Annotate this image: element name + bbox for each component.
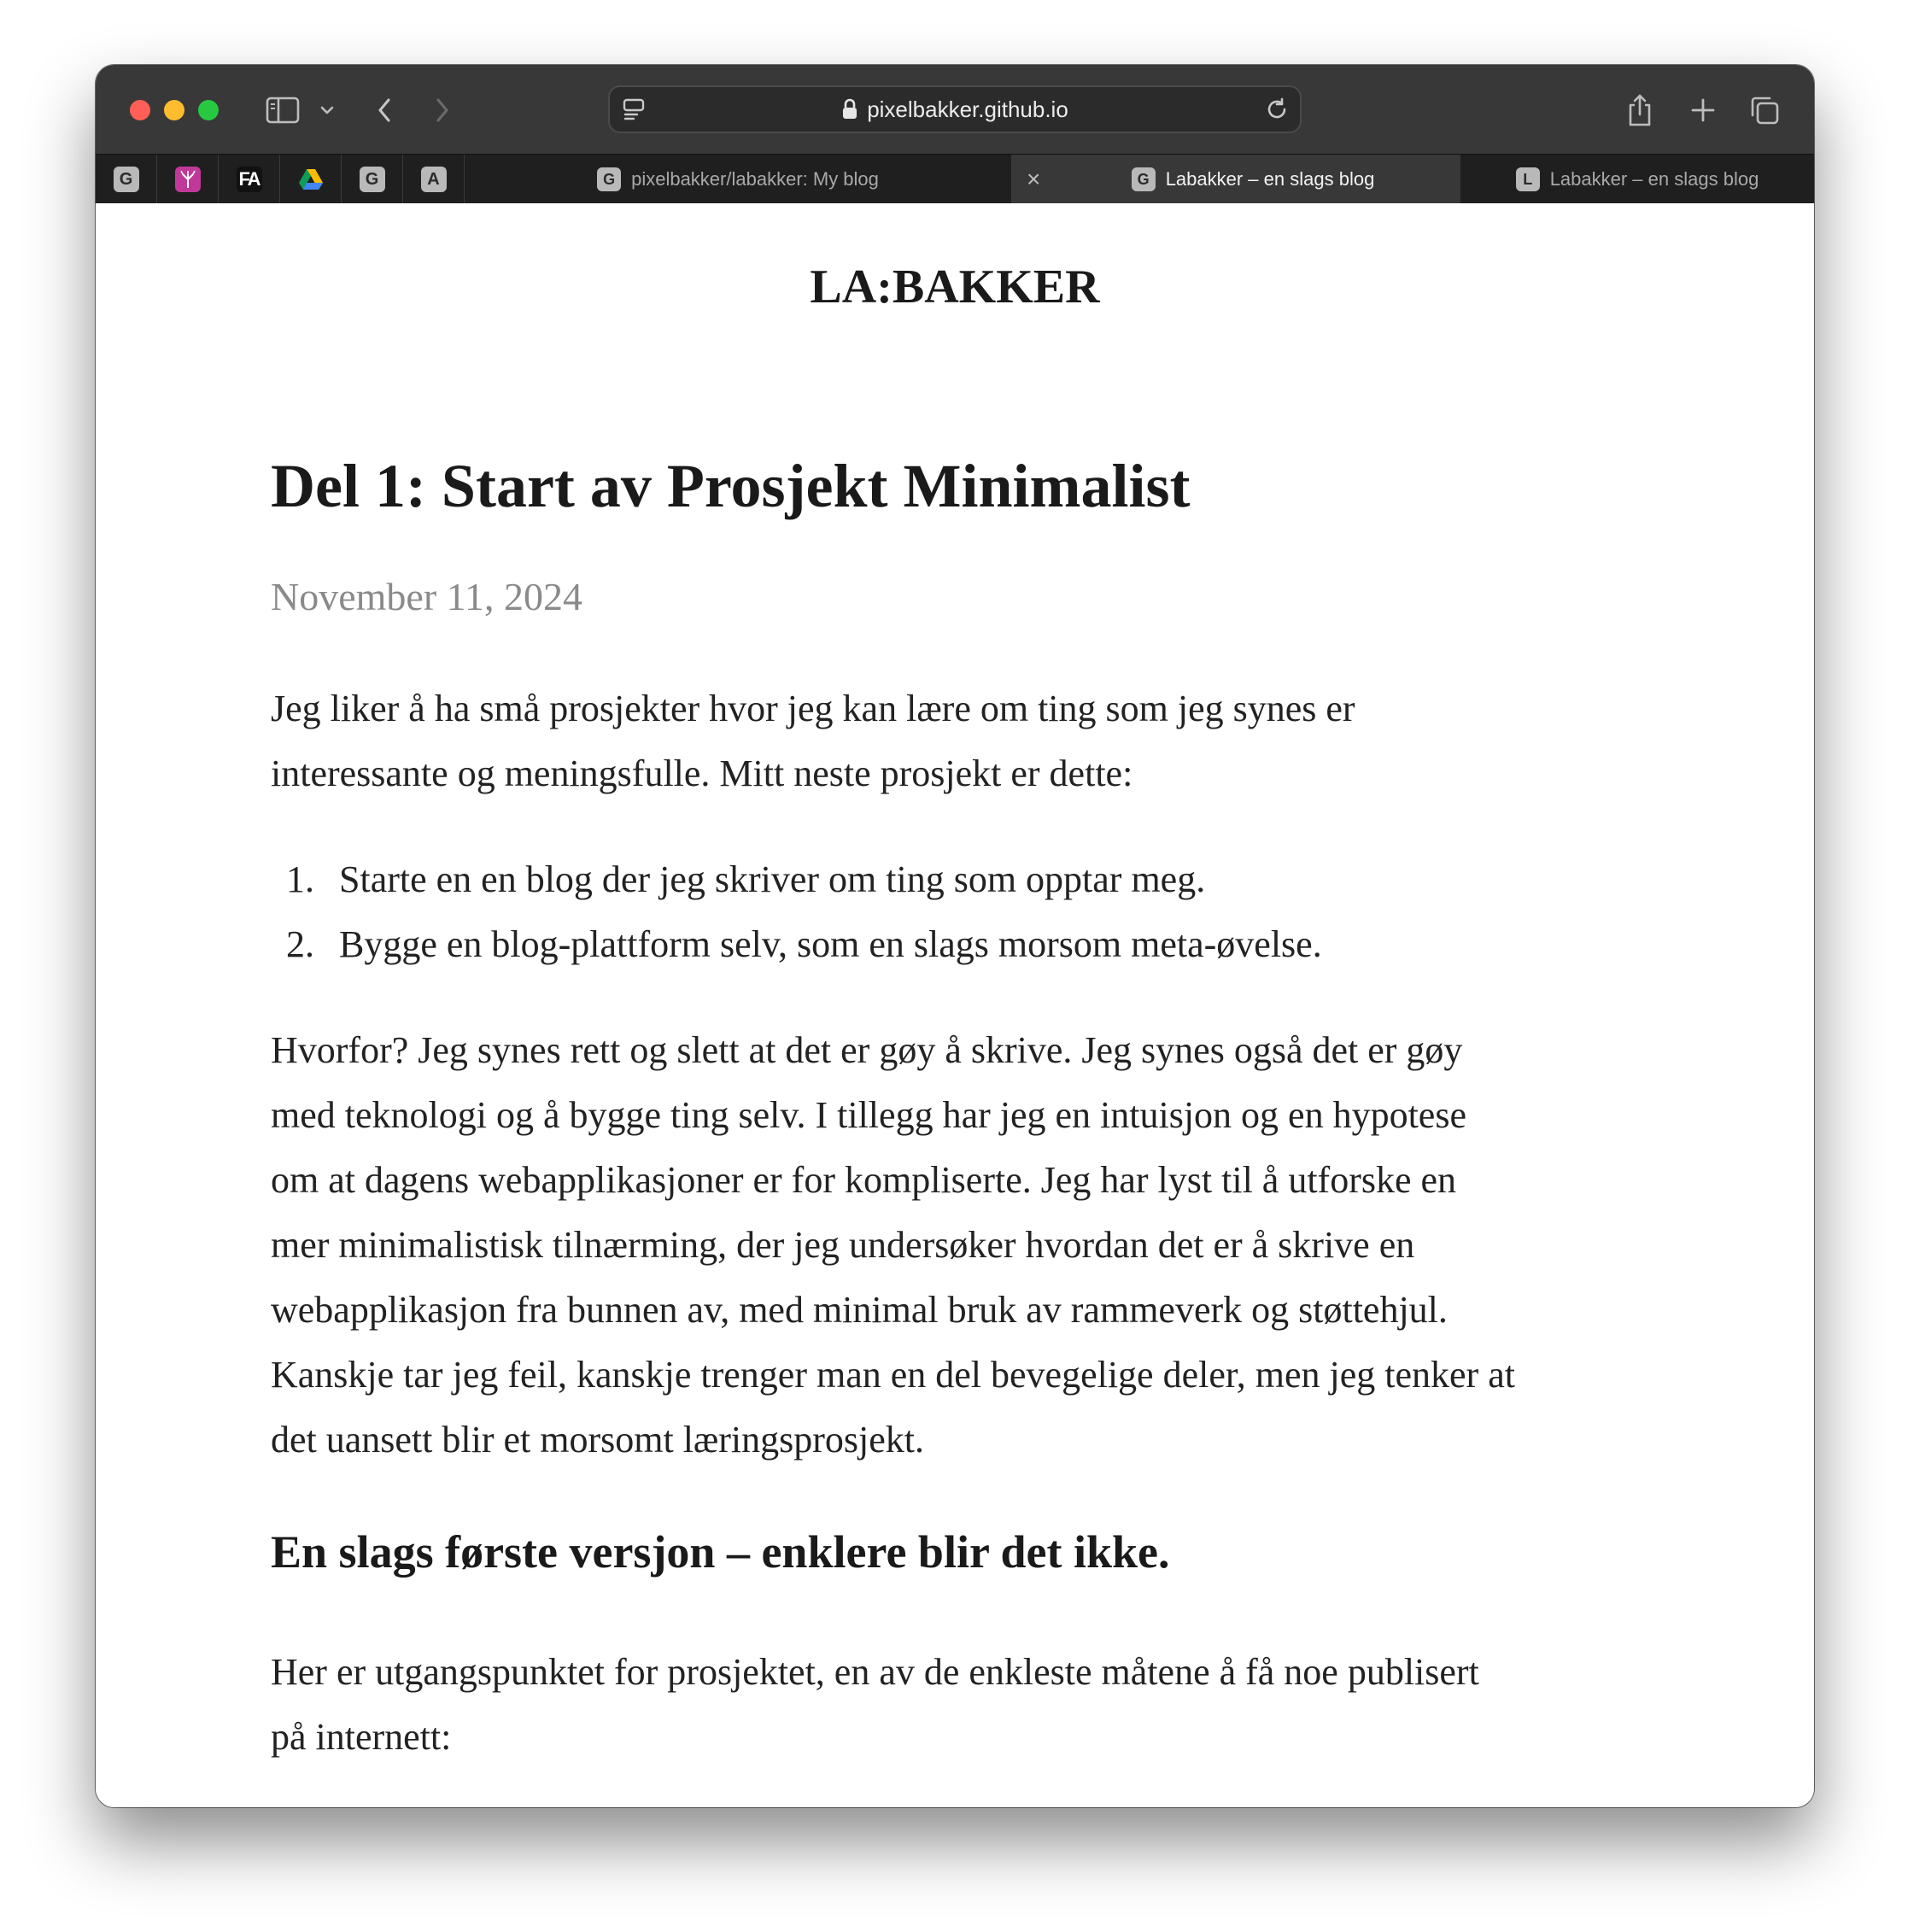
post-date: November 11, 2024 <box>271 575 582 618</box>
tab-pixelbakker-repo[interactable]: G pixelbakker/labakker: My blog <box>465 155 1011 204</box>
tab-overview-icon <box>1751 97 1779 125</box>
paragraph-line: på internett: <box>271 1716 452 1758</box>
fa-logo-icon: FA <box>236 167 262 192</box>
tab-groups-dropdown[interactable] <box>314 89 340 132</box>
section-heading: En slags første versjon – enklere blir d… <box>271 1526 1170 1578</box>
paragraph-line: om at dagens webapplikasjoner er for kom… <box>271 1159 1457 1201</box>
pinned-tab-3[interactable]: FA <box>219 155 280 204</box>
browser-toolbar: pixelbakker.github.io <box>96 65 1814 154</box>
forward-button[interactable] <box>425 89 459 132</box>
favicon-g: G <box>359 167 385 192</box>
tab-label: pixelbakker/labakker: My blog <box>631 168 879 190</box>
site-title-link[interactable]: LA:BAKKER <box>96 260 1814 314</box>
reload-icon[interactable] <box>1264 97 1290 126</box>
tab-label: Labakker – en slags blog <box>1165 168 1375 190</box>
favicon-g: G <box>597 167 622 191</box>
post-title: Del 1: Start av Prosjekt Minimalist <box>271 452 1191 520</box>
lock-icon <box>841 98 858 120</box>
chevron-right-icon <box>436 98 448 122</box>
list-item: 2. Bygge en blog-plattform selv, som en … <box>271 912 1637 977</box>
chevron-left-icon <box>378 98 390 122</box>
share-button[interactable] <box>1621 89 1659 132</box>
new-tab-button[interactable] <box>1684 89 1722 132</box>
tab-labakker-active[interactable]: × G Labakker – en slags blog <box>1011 155 1460 204</box>
section-paragraph: Her er utgangspunktet for prosjektet, en… <box>271 1640 1637 1770</box>
paragraph-line: mer minimalistisk tilnærming, der jeg un… <box>271 1224 1415 1266</box>
url-text: pixelbakker.github.io <box>867 96 1068 122</box>
url-display[interactable]: pixelbakker.github.io <box>610 87 1300 132</box>
tab-label: Labakker – en slags blog <box>1549 168 1759 190</box>
intro-paragraph: Jeg liker å ha små prosjekter hvor jeg k… <box>271 676 1637 806</box>
address-bar[interactable]: pixelbakker.github.io <box>608 85 1302 133</box>
list-item: 1. Starte en en blog der jeg skriver om … <box>271 847 1637 912</box>
tab-bar: G FA G A G pixelbakker/labakker: My blog… <box>96 154 1814 204</box>
browser-window: pixelbakker.github.io G FA G A G pixelba… <box>96 65 1814 1807</box>
list-number: 1. <box>286 858 314 900</box>
pinned-tab-1[interactable]: G <box>96 155 157 204</box>
favicon-a: A <box>420 167 447 192</box>
paragraph-line: webapplikasjon fra bunnen av, med minima… <box>271 1289 1448 1331</box>
why-paragraph: Hvorfor? Jeg synes rett og slett at det … <box>271 1018 1637 1472</box>
paragraph-line: Jeg liker å ha små prosjekter hvor jeg k… <box>271 688 1355 729</box>
paragraph-line: interessante og meningsfulle. Mitt neste… <box>271 752 1133 794</box>
list-item-text: Starte en en blog der jeg skriver om tin… <box>339 858 1206 900</box>
zoom-window-button[interactable] <box>198 100 219 120</box>
list-number: 2. <box>286 923 314 965</box>
list-item-text: Bygge en blog-plattform selv, som en sla… <box>339 923 1322 965</box>
paragraph-line: med teknologi og å bygge ting selv. I ti… <box>271 1094 1466 1136</box>
minimize-window-button[interactable] <box>164 100 184 120</box>
favicon-l: L <box>1515 167 1540 191</box>
paragraph-line: Kanskje tar jeg feil, kanskje trenger ma… <box>271 1354 1515 1396</box>
tree-logo-icon <box>174 167 201 192</box>
project-list: 1. Starte en en blog der jeg skriver om … <box>271 847 1637 977</box>
chevron-down-icon <box>320 106 334 114</box>
plus-icon <box>1691 98 1715 122</box>
favicon-g: G <box>1131 167 1156 191</box>
paragraph-line: det uansett blir et morsomt læringsprosj… <box>271 1419 925 1461</box>
tab-labakker-2[interactable]: L Labakker – en slags blog <box>1460 155 1814 204</box>
pinned-tab-5[interactable]: G <box>342 155 403 204</box>
tab-overview-button[interactable] <box>1746 89 1783 132</box>
share-icon <box>1629 94 1651 126</box>
close-window-button[interactable] <box>130 100 150 120</box>
back-button[interactable] <box>367 89 401 132</box>
page-content: LA:BAKKER Del 1: Start av Prosjekt Minim… <box>96 203 1814 1807</box>
sidebar-icon <box>266 97 300 124</box>
pinned-tab-6[interactable]: A <box>403 155 465 204</box>
paragraph-line: Hvorfor? Jeg synes rett og slett at det … <box>271 1029 1463 1071</box>
favicon-g: G <box>113 167 139 192</box>
close-tab-button[interactable]: × <box>1027 155 1040 204</box>
google-drive-icon <box>298 167 324 192</box>
paragraph-line: Her er utgangspunktet for prosjektet, en… <box>271 1651 1479 1693</box>
pinned-tab-2[interactable] <box>157 155 219 204</box>
sidebar-toggle-button[interactable] <box>261 89 304 132</box>
pinned-tab-4[interactable] <box>280 155 342 204</box>
